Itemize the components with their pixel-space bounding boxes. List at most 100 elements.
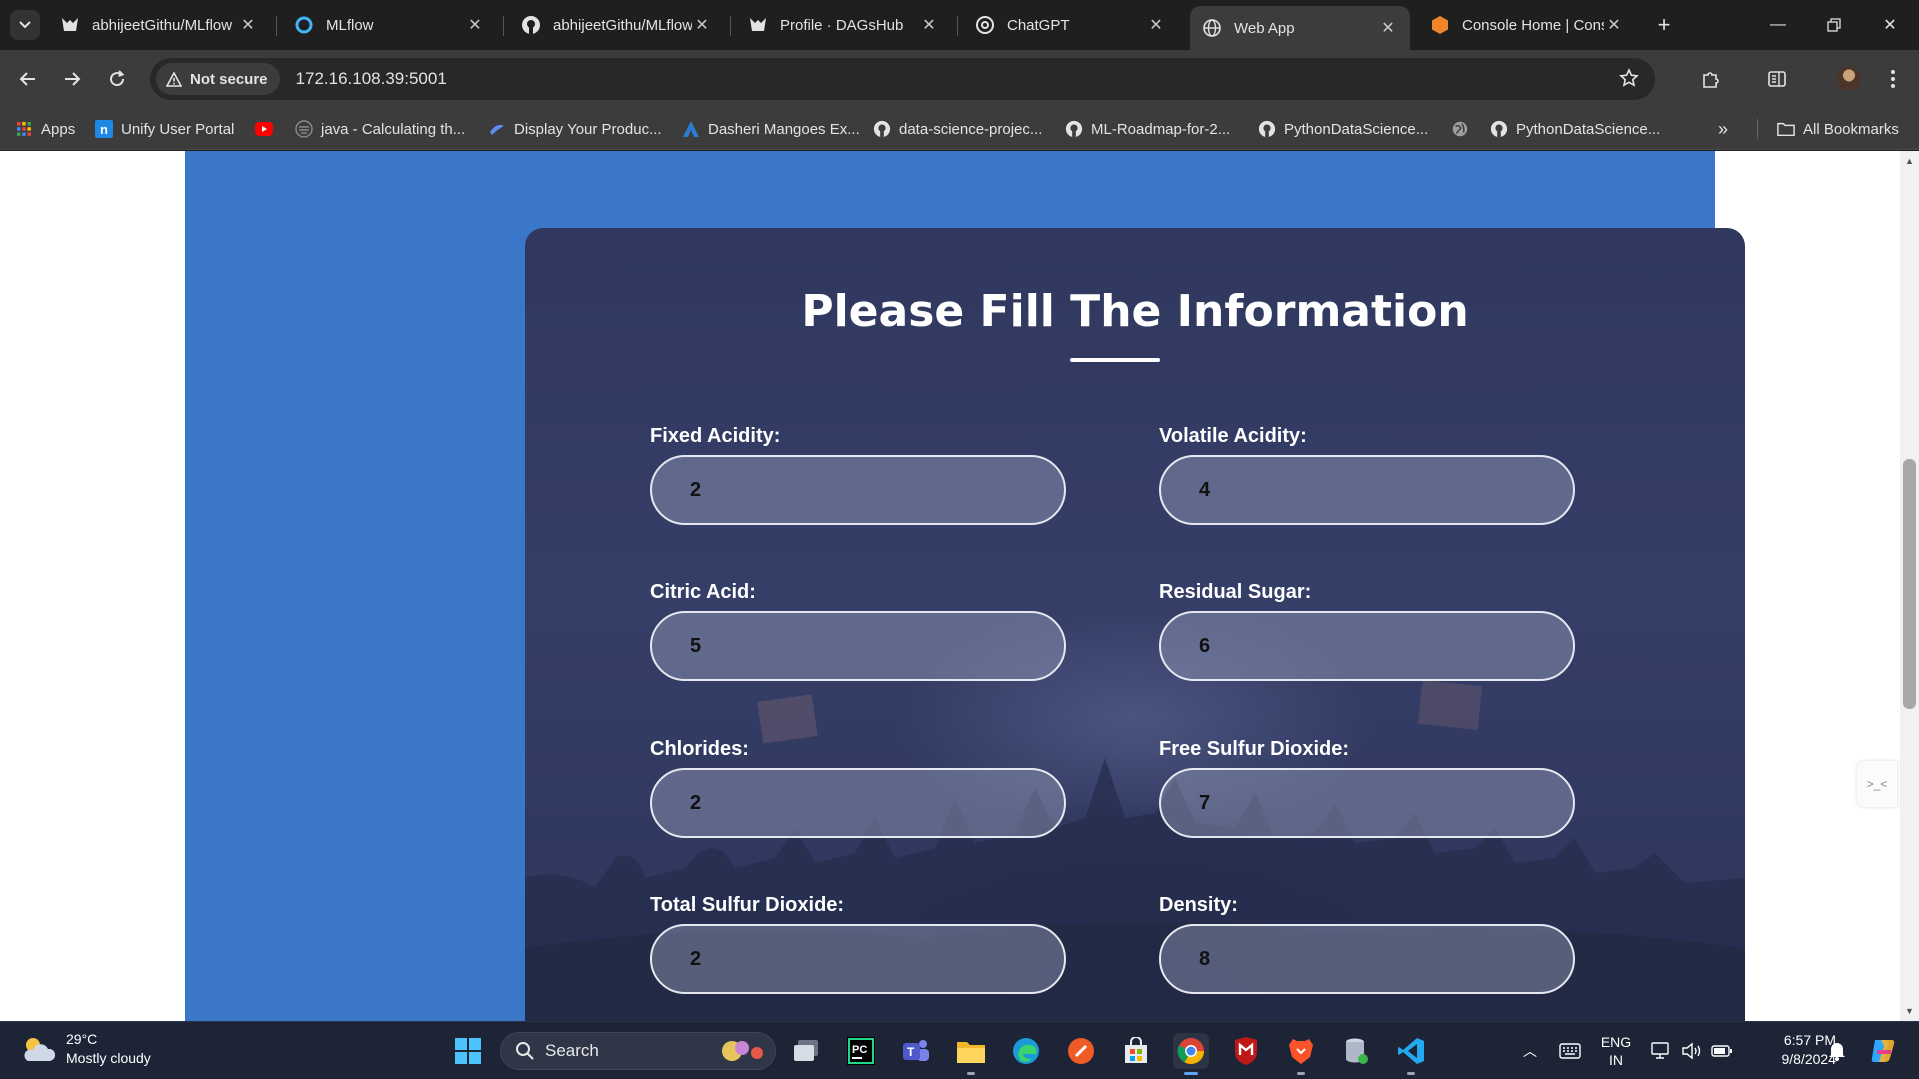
side-panel-icon: [1768, 71, 1786, 87]
restore-button[interactable]: [1806, 0, 1862, 50]
volume-button[interactable]: [1678, 1022, 1706, 1079]
github-icon: [1258, 120, 1276, 138]
bookmark-globe[interactable]: [1451, 108, 1477, 150]
pycharm-app[interactable]: PC: [843, 1033, 879, 1069]
bookmark-apps[interactable]: Apps: [15, 108, 75, 150]
chlorides-input[interactable]: [650, 768, 1066, 838]
scrollbar-thumb[interactable]: [1903, 459, 1916, 709]
database-app[interactable]: [1338, 1033, 1374, 1069]
start-button[interactable]: [450, 1033, 486, 1069]
edge-app[interactable]: [1008, 1033, 1044, 1069]
speaker-icon: [1682, 1042, 1701, 1060]
scroll-down-arrow-icon[interactable]: ▼: [1900, 1003, 1919, 1019]
bookmarks-overflow-button[interactable]: »: [1718, 108, 1728, 150]
copilot-button[interactable]: [1865, 1022, 1901, 1079]
back-button[interactable]: [13, 64, 43, 94]
tab-1[interactable]: abhijeetGithu/MLflow ✕: [48, 6, 270, 44]
reload-button[interactable]: [102, 64, 132, 94]
teams-app[interactable]: T: [898, 1033, 934, 1069]
tab-6-active[interactable]: Web App ✕: [1190, 6, 1410, 50]
menu-button[interactable]: [1878, 64, 1908, 94]
security-indicator[interactable]: Not secure: [156, 63, 280, 95]
windows-icon: [455, 1038, 481, 1064]
bookmark-star-icon[interactable]: [1619, 68, 1639, 93]
bookmark-python-ds-1[interactable]: PythonDataScience...: [1258, 108, 1428, 150]
language-indicator[interactable]: ENG IN: [1595, 1022, 1637, 1079]
address-bar[interactable]: Not secure 172.16.108.39:5001: [150, 58, 1655, 100]
side-panel-button[interactable]: [1762, 64, 1792, 94]
battery-button[interactable]: [1708, 1022, 1736, 1079]
close-icon[interactable]: ✕: [1146, 15, 1166, 35]
close-icon[interactable]: ✕: [1378, 18, 1398, 38]
total-sulfur-dioxide-input[interactable]: [650, 924, 1066, 994]
free-sulfur-dioxide-input[interactable]: [1159, 768, 1575, 838]
page-scrollbar[interactable]: ▲ ▼: [1900, 151, 1919, 1021]
taskbar-search[interactable]: Search: [500, 1032, 776, 1070]
code-icon: >_<: [1866, 777, 1888, 791]
mcafee-app[interactable]: [1228, 1033, 1264, 1069]
residual-sugar-input[interactable]: [1159, 611, 1575, 681]
search-label: Search: [545, 1041, 599, 1060]
forward-button[interactable]: [57, 64, 87, 94]
tab-search-button[interactable]: [10, 10, 40, 40]
residual-sugar-label: Residual Sugar:: [1159, 581, 1312, 603]
chrome-app[interactable]: [1173, 1033, 1209, 1075]
copilot-icon: [1871, 1040, 1895, 1062]
new-tab-button[interactable]: +: [1649, 10, 1679, 40]
close-icon[interactable]: ✕: [692, 15, 712, 35]
side-widget-button[interactable]: >_<: [1857, 761, 1897, 807]
tab-4[interactable]: Profile · DAGsHub ✕: [736, 6, 951, 44]
bookmark-label: Dasheri Mangoes Ex...: [708, 120, 860, 138]
svg-text:n: n: [100, 122, 108, 137]
bookmark-java[interactable]: java - Calculating th...: [295, 108, 465, 150]
running-indicator: [1407, 1072, 1415, 1075]
url-text[interactable]: 172.16.108.39:5001: [296, 69, 447, 89]
close-window-button[interactable]: ✕: [1862, 0, 1918, 50]
scroll-up-arrow-icon[interactable]: ▲: [1900, 153, 1919, 169]
weather-desc: Mostly cloudy: [66, 1050, 151, 1066]
task-view-button[interactable]: [788, 1033, 824, 1069]
vscode-app[interactable]: [1393, 1033, 1429, 1075]
task-view-icon: [794, 1040, 818, 1061]
active-indicator: [1184, 1072, 1198, 1075]
all-bookmarks-button[interactable]: All Bookmarks: [1777, 108, 1899, 150]
brave-app[interactable]: [1283, 1033, 1319, 1075]
bookmark-data-science[interactable]: data-science-projec...: [873, 108, 1042, 150]
extensions-button[interactable]: [1696, 64, 1726, 94]
bookmark-youtube[interactable]: [255, 108, 281, 150]
notifications-button[interactable]: [1823, 1022, 1851, 1079]
close-icon[interactable]: ✕: [919, 15, 939, 35]
profile-button[interactable]: [1834, 64, 1864, 94]
volatile-acidity-input[interactable]: [1159, 455, 1575, 525]
density-label: Density:: [1159, 894, 1238, 916]
minimize-button[interactable]: —: [1750, 0, 1806, 50]
file-explorer-app[interactable]: [953, 1033, 989, 1075]
bookmark-unify[interactable]: n Unify User Portal: [95, 108, 234, 150]
tab-2[interactable]: MLflow ✕: [282, 6, 497, 44]
weather-widget[interactable]: 29°C Mostly cloudy: [20, 1030, 151, 1068]
tab-7[interactable]: Console Home | Console ✕: [1418, 6, 1636, 44]
page-viewport: Please Fill The Information Fixed Acidit…: [0, 151, 1900, 1021]
volatile-acidity-label: Volatile Acidity:: [1159, 425, 1307, 447]
globe-icon: [1451, 120, 1469, 138]
citric-acid-input[interactable]: [650, 611, 1066, 681]
tab-3[interactable]: abhijeetGithu/MLflow ✕: [509, 6, 724, 44]
show-hidden-icons-button[interactable]: ︿: [1515, 1022, 1545, 1079]
bookmark-ml-roadmap[interactable]: ML-Roadmap-for-2...: [1065, 108, 1230, 150]
bookmark-dasheri[interactable]: Dasheri Mangoes Ex...: [682, 108, 860, 150]
density-input[interactable]: [1159, 924, 1575, 994]
battery-icon: [1711, 1045, 1732, 1057]
database-icon: [1346, 1038, 1368, 1064]
store-app[interactable]: [1118, 1033, 1154, 1069]
close-icon[interactable]: ✕: [1604, 15, 1624, 35]
fixed-acidity-input[interactable]: [650, 455, 1066, 525]
close-icon[interactable]: ✕: [238, 15, 258, 35]
postman-app[interactable]: [1063, 1033, 1099, 1069]
close-icon[interactable]: ✕: [465, 15, 485, 35]
keyboard-button[interactable]: [1555, 1022, 1585, 1079]
tab-5[interactable]: ChatGPT ✕: [963, 6, 1178, 44]
bookmark-python-ds-2[interactable]: PythonDataScience...: [1490, 108, 1660, 150]
bookmark-display-product[interactable]: Display Your Produc...: [488, 108, 662, 150]
network-button[interactable]: [1648, 1022, 1676, 1079]
github-icon: [873, 120, 891, 138]
